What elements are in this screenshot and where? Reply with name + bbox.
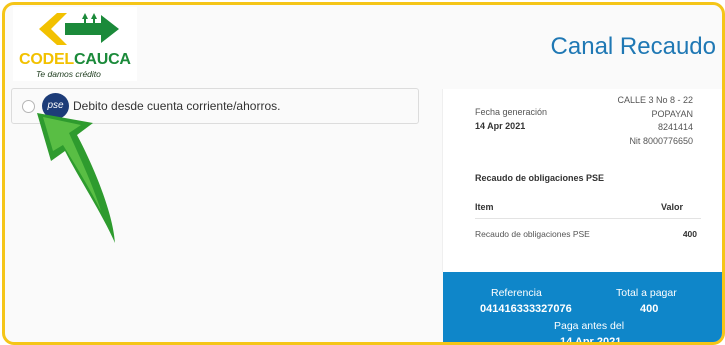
payment-summary: Referencia 041416333327076 Total a pagar… bbox=[443, 272, 722, 342]
reference-number: 041416333327076 bbox=[480, 303, 572, 315]
reference-label: Referencia bbox=[491, 287, 542, 299]
company-address: CALLE 3 No 8 - 22 POPAYAN 8241414 Nit 80… bbox=[617, 95, 693, 146]
total-amount: 400 bbox=[640, 303, 659, 315]
receipt-panel: CALLE 3 No 8 - 22 POPAYAN 8241414 Nit 80… bbox=[442, 89, 722, 272]
page-title: Canal Recaudo bbox=[550, 33, 716, 60]
logo-wordmark: CODELCAUCA bbox=[19, 51, 131, 68]
table-row-value: 400 bbox=[682, 229, 697, 239]
receipt-description: Recaudo de obligaciones PSE bbox=[475, 173, 605, 183]
screenshot-frame: CODELCAUCA Te damos crédito Canal Recaud… bbox=[2, 2, 725, 345]
value-column-header: Valor bbox=[660, 202, 683, 212]
green-arrow-icon bbox=[37, 113, 115, 243]
table-row-item: Recaudo de obligaciones PSE bbox=[475, 229, 590, 239]
codelcauca-logo: CODELCAUCA Te damos crédito bbox=[13, 7, 137, 81]
item-column-header: Item bbox=[475, 202, 494, 212]
table-divider bbox=[475, 218, 701, 219]
due-date-label: Paga antes del bbox=[554, 320, 625, 332]
generation-date: 14 Apr 2021 bbox=[475, 121, 526, 131]
logo-arrows-icon bbox=[39, 13, 119, 45]
generation-date-label: Fecha generación bbox=[475, 107, 548, 117]
logo-tagline: Te damos crédito bbox=[36, 69, 101, 79]
total-label: Total a pagar bbox=[616, 287, 677, 299]
